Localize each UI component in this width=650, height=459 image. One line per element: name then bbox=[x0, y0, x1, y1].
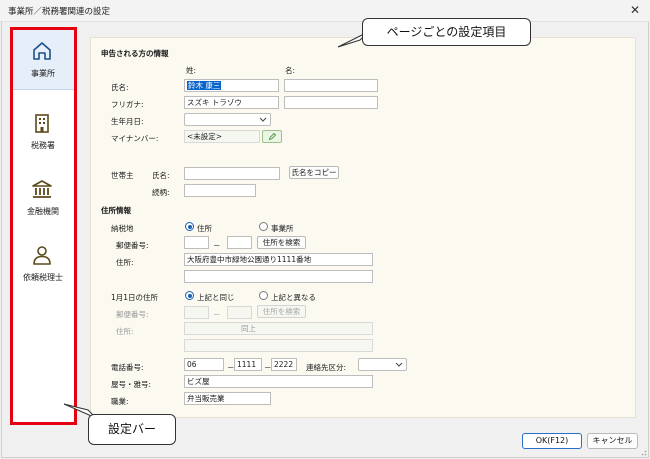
postal-code-2-input[interactable] bbox=[227, 236, 252, 249]
title-bar: 事業所／税務署関連の設定 ✕ bbox=[0, 0, 650, 22]
mynumber-field: <未設定> bbox=[184, 130, 260, 143]
sidebar-item-office[interactable]: 事業所 bbox=[12, 30, 74, 90]
sidebar-item-label: 税務署 bbox=[31, 141, 55, 150]
address-line2-input[interactable] bbox=[184, 270, 373, 283]
search-address-button[interactable]: 住所を検索 bbox=[257, 236, 306, 249]
bank-icon bbox=[32, 180, 52, 198]
postal-label: 郵便番号: bbox=[116, 241, 149, 250]
tax-place-home-label: 住所 bbox=[197, 224, 212, 233]
settings-sidebar: 事業所 税務署 金融機関 依頼税理士 bbox=[12, 30, 74, 422]
phone-exchange-input[interactable]: 1111 bbox=[234, 358, 262, 371]
jan1-search-address-button: 住所を検索 bbox=[257, 305, 306, 318]
contact-type-label: 連絡先区分: bbox=[306, 363, 347, 372]
birthdate-label: 生年月日: bbox=[111, 117, 144, 126]
kana-last-input[interactable]: スズキ トラゾウ bbox=[184, 96, 279, 109]
relation-input[interactable] bbox=[184, 184, 256, 197]
jan1-different-radio[interactable] bbox=[259, 291, 268, 300]
sidebar-item-label: 金融機関 bbox=[27, 207, 59, 216]
declarant-section-heading: 申告される方の情報 bbox=[101, 49, 169, 58]
tax-place-office-radio[interactable] bbox=[259, 222, 268, 231]
last-name-input[interactable]: 鈴木 康三 bbox=[184, 79, 279, 92]
birthdate-dropdown[interactable] bbox=[184, 113, 271, 126]
callout-page-settings: ページごとの設定項目 bbox=[362, 18, 531, 46]
first-name-column-label: 名: bbox=[285, 66, 296, 75]
ok-button[interactable]: OK(F12) bbox=[522, 433, 582, 449]
last-name-column-label: 姓: bbox=[186, 66, 197, 75]
jan1-same-label: 上記と同じ bbox=[197, 293, 235, 302]
occupation-label: 職業: bbox=[111, 397, 129, 406]
jan1-postal-2-input bbox=[227, 306, 252, 319]
tax-place-label: 納税地 bbox=[111, 224, 134, 233]
jan1-postal-dash: － bbox=[213, 310, 221, 319]
jan1-different-label: 上記と異なる bbox=[271, 293, 316, 302]
name-label: 氏名: bbox=[111, 83, 129, 92]
shop-name-input[interactable]: ビズ屋 bbox=[184, 375, 373, 388]
last-name-value: 鈴木 康三 bbox=[187, 81, 222, 90]
jan1-address-input: 同上 bbox=[184, 322, 373, 335]
address-section-heading: 住所情報 bbox=[101, 206, 131, 215]
tax-place-home-radio[interactable] bbox=[185, 222, 194, 231]
mynumber-edit-button[interactable] bbox=[262, 130, 282, 143]
sidebar-item-accountant[interactable]: 依頼税理士 bbox=[12, 234, 74, 294]
phone-label: 電話番号: bbox=[111, 363, 144, 372]
person-icon bbox=[33, 246, 51, 265]
building-icon bbox=[35, 114, 49, 133]
sidebar-item-label: 事業所 bbox=[31, 69, 55, 78]
householder-name-input[interactable] bbox=[184, 167, 280, 180]
chevron-down-icon bbox=[395, 362, 403, 367]
kana-first-input[interactable] bbox=[284, 96, 378, 109]
close-icon[interactable]: ✕ bbox=[628, 3, 642, 17]
householder-name-label: 氏名: bbox=[152, 171, 170, 180]
jan1-address-label: 1月1日の住所 bbox=[111, 293, 159, 302]
sidebar-item-bank[interactable]: 金融機関 bbox=[12, 168, 74, 228]
shop-name-label: 屋号・雅号: bbox=[111, 380, 152, 389]
cancel-button[interactable]: キャンセル bbox=[587, 433, 638, 449]
jan1-address-line2-input bbox=[184, 339, 373, 352]
first-name-input[interactable] bbox=[284, 79, 378, 92]
jan1-postal-label: 郵便番号: bbox=[116, 310, 149, 319]
tax-place-office-label: 事業所 bbox=[271, 224, 294, 233]
postal-code-1-input[interactable] bbox=[184, 236, 209, 249]
sidebar-item-label: 依頼税理士 bbox=[23, 273, 63, 282]
relation-label: 続柄: bbox=[152, 188, 170, 197]
phone-area-input[interactable]: 06 bbox=[184, 358, 224, 371]
pencil-icon bbox=[268, 132, 276, 141]
postal-dash: － bbox=[213, 241, 221, 250]
contact-type-dropdown[interactable] bbox=[358, 358, 407, 371]
copy-name-button[interactable]: 氏名をコピー bbox=[289, 166, 339, 179]
phone-number-input[interactable]: 2222 bbox=[271, 358, 297, 371]
home-icon bbox=[33, 42, 51, 60]
kana-label: フリガナ: bbox=[111, 100, 144, 109]
address-label: 住所: bbox=[116, 258, 134, 267]
chevron-down-icon bbox=[259, 117, 267, 122]
occupation-input[interactable]: 弁当販売業 bbox=[184, 392, 271, 405]
jan1-postal-1-input bbox=[184, 306, 209, 319]
resize-grip-icon[interactable] bbox=[639, 448, 647, 456]
address-input[interactable]: 大阪府豊中市緑地公園通り1111番地 bbox=[184, 253, 373, 266]
sidebar-item-tax-office[interactable]: 税務署 bbox=[12, 102, 74, 162]
householder-label: 世帯主 bbox=[111, 171, 134, 180]
jan1-same-radio[interactable] bbox=[185, 291, 194, 300]
callout-settings-bar: 設定バー bbox=[88, 414, 176, 445]
window-title: 事業所／税務署関連の設定 bbox=[8, 7, 111, 17]
mynumber-label: マイナンバー: bbox=[111, 134, 159, 143]
jan1-address-field-label: 住所: bbox=[116, 327, 134, 336]
